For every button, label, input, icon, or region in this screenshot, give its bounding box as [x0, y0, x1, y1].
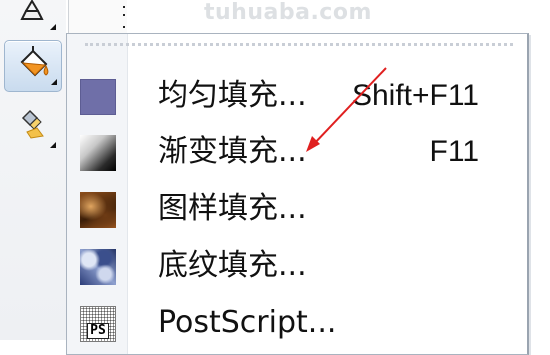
menu-item-label: 底纹填充...: [158, 248, 307, 283]
ruler-area: [68, 0, 127, 33]
flyout-indicator: [51, 79, 57, 85]
watermark-text: tuhuaba.com: [204, 0, 372, 25]
menu-item-label: 渐变填充...: [158, 134, 307, 169]
tear-off-handle[interactable]: [85, 43, 513, 46]
pen-nib-icon: [14, 0, 50, 31]
postscript-fill-swatch-icon: PS: [80, 306, 116, 342]
menu-item-label: 均匀填充...: [158, 78, 307, 113]
menu-item-shortcut: F11: [429, 135, 479, 168]
outline-tool-button[interactable]: [4, 0, 60, 36]
menu-item-postscript-fill[interactable]: PS PostScript...: [67, 295, 527, 351]
fill-tool-button[interactable]: [4, 40, 62, 92]
paint-bucket-icon: [13, 44, 53, 88]
menu-item-texture-fill[interactable]: 底纹填充...: [67, 238, 527, 294]
menu-item-pattern-fill[interactable]: 图样填充...: [67, 181, 527, 237]
toolbox: [0, 0, 66, 340]
flyout-indicator: [50, 24, 56, 30]
interactive-fill-tool-button[interactable]: [4, 104, 60, 154]
ps-glyph: PS: [87, 323, 109, 339]
menu-item-label: 图样填充...: [158, 191, 307, 226]
flyout-indicator: [50, 142, 56, 148]
menu-item-label: PostScript...: [158, 305, 337, 340]
interactive-fill-icon: [13, 108, 51, 150]
gradient-fill-swatch-icon: [80, 135, 116, 171]
annotation-arrow: [306, 67, 387, 152]
uniform-fill-swatch-icon: [80, 79, 116, 115]
pattern-fill-swatch-icon: [80, 192, 116, 228]
texture-fill-swatch-icon: [80, 249, 116, 285]
